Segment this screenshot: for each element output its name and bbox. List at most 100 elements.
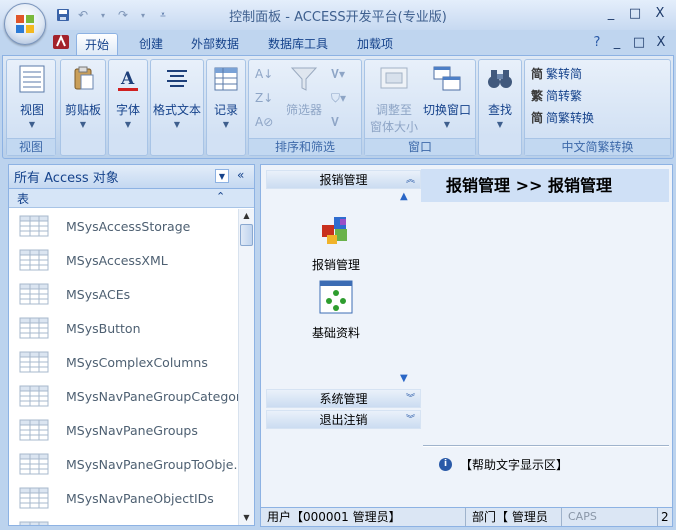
clipboard-icon: [74, 66, 94, 90]
collapse-pane-icon[interactable]: «: [237, 168, 244, 182]
chinese-convert-icon: 简: [531, 110, 544, 125]
chevron-down-icon: ▼: [222, 120, 230, 129]
nav-table-item[interactable]: MSysObjects: [9, 515, 239, 525]
toggle-filter-icon[interactable]: 𝐕: [331, 112, 339, 132]
tab-database-tools[interactable]: 数据库工具: [260, 33, 336, 56]
nav-group-tables[interactable]: 表 ⌃: [9, 189, 254, 208]
nav-table-label: MSysObjects: [66, 525, 146, 526]
scroll-down-icon[interactable]: ▼: [400, 373, 408, 384]
fit-form-label-line2: 窗体大小: [369, 120, 418, 134]
fit-form-label-line1: 调整至: [375, 103, 412, 117]
menu-bar-expense-label: 报销管理: [319, 173, 368, 187]
ribbon: 视图 ▼ 视图 剪贴板 ▼ A 字体 ▼ 格式文本 ▼ 记录 ▼ A↓ Z↓ A…: [2, 55, 674, 159]
help-button[interactable]: ?: [586, 34, 608, 52]
tab-home[interactable]: 开始: [76, 33, 119, 56]
double-chevron-up-icon: ︽: [405, 175, 415, 185]
nav-table-item[interactable]: MSysACEs: [9, 277, 239, 311]
ribbon-tab-row: 开始 创建 外部数据 数据库工具 加载项 ? _ □ X: [0, 30, 676, 56]
trad-to-simp-icon: 简: [531, 66, 544, 81]
sort-ascending-icon[interactable]: A↓: [255, 64, 273, 84]
fit-window-icon: [380, 67, 408, 89]
nav-table-item[interactable]: MSysAccessStorage: [9, 209, 239, 243]
view-button[interactable]: 视图 ▼: [12, 64, 52, 129]
switch-window-icon: [433, 66, 461, 91]
font-button-label: 字体: [115, 103, 140, 117]
font-button[interactable]: A 字体 ▼: [109, 64, 147, 129]
doc-restore-button[interactable]: □: [628, 34, 650, 52]
office-button[interactable]: [4, 3, 46, 45]
help-area: i 【帮助文字显示区】: [439, 456, 568, 473]
simp-to-trad-button[interactable]: 繁 简转繁: [531, 85, 582, 105]
table-icon: [19, 317, 49, 339]
switchboard-item-basic-data[interactable]: 基础资料: [291, 279, 381, 341]
nav-menu-dropdown-icon[interactable]: ▼: [215, 169, 229, 183]
nav-table-item[interactable]: MSysButton: [9, 311, 239, 345]
status-dept: 部门【 管理员: [466, 508, 562, 526]
chevron-down-icon: ▼: [124, 120, 132, 129]
filter-button[interactable]: 筛选器: [281, 64, 327, 118]
nav-table-label: MSysACEs: [66, 286, 131, 302]
find-button[interactable]: 查找 ▼: [479, 64, 521, 129]
menu-bar-system[interactable]: 系统管理 ︾: [266, 389, 421, 408]
info-icon: i: [439, 458, 452, 471]
scroll-thumb[interactable]: [240, 224, 253, 246]
chevron-down-icon: ▼: [28, 120, 36, 129]
cubes-icon: [322, 217, 347, 244]
tab-create[interactable]: 创建: [131, 33, 171, 56]
records-icon: [214, 67, 238, 91]
office-logo-icon: [16, 15, 34, 33]
simp-to-trad-label: 简转繁: [546, 88, 583, 103]
chevron-up-icon[interactable]: ⌃: [216, 190, 225, 203]
table-icon: [19, 385, 49, 407]
nav-table-item[interactable]: MSysNavPaneGroupCategor...: [9, 379, 239, 413]
nav-table-item[interactable]: MSysAccessXML: [9, 243, 239, 277]
group-window: 调整至 窗体大小 切换窗口 ▼ 窗口: [364, 59, 476, 156]
table-icon: [19, 283, 49, 305]
tab-addins[interactable]: 加载项: [349, 33, 401, 56]
clipboard-button[interactable]: 剪贴板 ▼: [61, 64, 105, 129]
trad-to-simp-label: 繁转简: [546, 66, 583, 81]
nav-table-item[interactable]: MSysComplexColumns: [9, 345, 239, 379]
nav-table-item[interactable]: MSysNavPaneObjectIDs: [9, 481, 239, 515]
scroll-up-arrow[interactable]: ▲: [239, 209, 254, 223]
group-records: 记录 ▼: [206, 59, 246, 156]
nav-table-label: MSysAccessXML: [66, 252, 168, 268]
menu-bar-expense[interactable]: 报销管理 ︽: [266, 170, 421, 189]
switchboard-item-expense[interactable]: 报销管理: [291, 211, 381, 273]
nav-group-label: 表: [17, 191, 30, 206]
window-title: 控制面板 - ACCESS开发平台(专业版): [229, 10, 447, 25]
rich-text-button[interactable]: 格式文本 ▼: [151, 64, 203, 129]
clear-sort-icon[interactable]: A⊘: [255, 112, 273, 132]
fit-form-button[interactable]: 调整至 窗体大小: [369, 64, 419, 135]
nav-pane-title: 所有 Access 对象: [14, 171, 119, 186]
close-button[interactable]: X: [649, 5, 671, 23]
doc-close-button[interactable]: X: [650, 34, 672, 52]
status-bar: 用户【000001 管理员】 部门【 管理员 CAPS 2: [260, 507, 673, 527]
nav-pane-header[interactable]: 所有 Access 对象 ▼ «: [9, 165, 254, 189]
scroll-up-icon[interactable]: ▲: [400, 191, 408, 202]
group-window-label: 窗口: [365, 138, 475, 155]
maximize-button[interactable]: □: [624, 5, 646, 23]
view-button-label: 视图: [19, 103, 44, 117]
nav-table-item[interactable]: MSysNavPaneGroupToObje...: [9, 447, 239, 481]
nav-table-label: MSysComplexColumns: [66, 354, 208, 370]
selection-filter-icon[interactable]: 𝐕▾: [331, 64, 345, 84]
minimize-button[interactable]: _: [600, 5, 622, 23]
clipboard-button-label: 剪贴板: [64, 103, 101, 117]
records-button[interactable]: 记录 ▼: [207, 64, 245, 129]
doc-minimize-button[interactable]: _: [606, 34, 628, 52]
nav-scrollbar[interactable]: ▲ ▼: [238, 209, 254, 525]
menu-bar-logout[interactable]: 退出注销 ︾: [266, 410, 421, 429]
advanced-filter-icon[interactable]: ⛉▾: [331, 88, 346, 108]
tab-external-data[interactable]: 外部数据: [183, 33, 247, 56]
switch-window-button[interactable]: 切换窗口 ▼: [421, 64, 473, 129]
sort-descending-icon[interactable]: Z↓: [255, 88, 273, 108]
nav-table-label: MSysNavPaneGroups: [66, 422, 198, 438]
chinese-convert-button[interactable]: 简 简繁转换: [531, 107, 594, 127]
status-user: 用户【000001 管理员】: [261, 508, 466, 526]
trad-to-simp-button[interactable]: 简 繁转简: [531, 63, 582, 83]
nav-table-item[interactable]: MSysNavPaneGroups: [9, 413, 239, 447]
scroll-down-arrow[interactable]: ▼: [239, 511, 254, 525]
table-icon: [19, 351, 49, 373]
view-icon: [19, 65, 45, 93]
